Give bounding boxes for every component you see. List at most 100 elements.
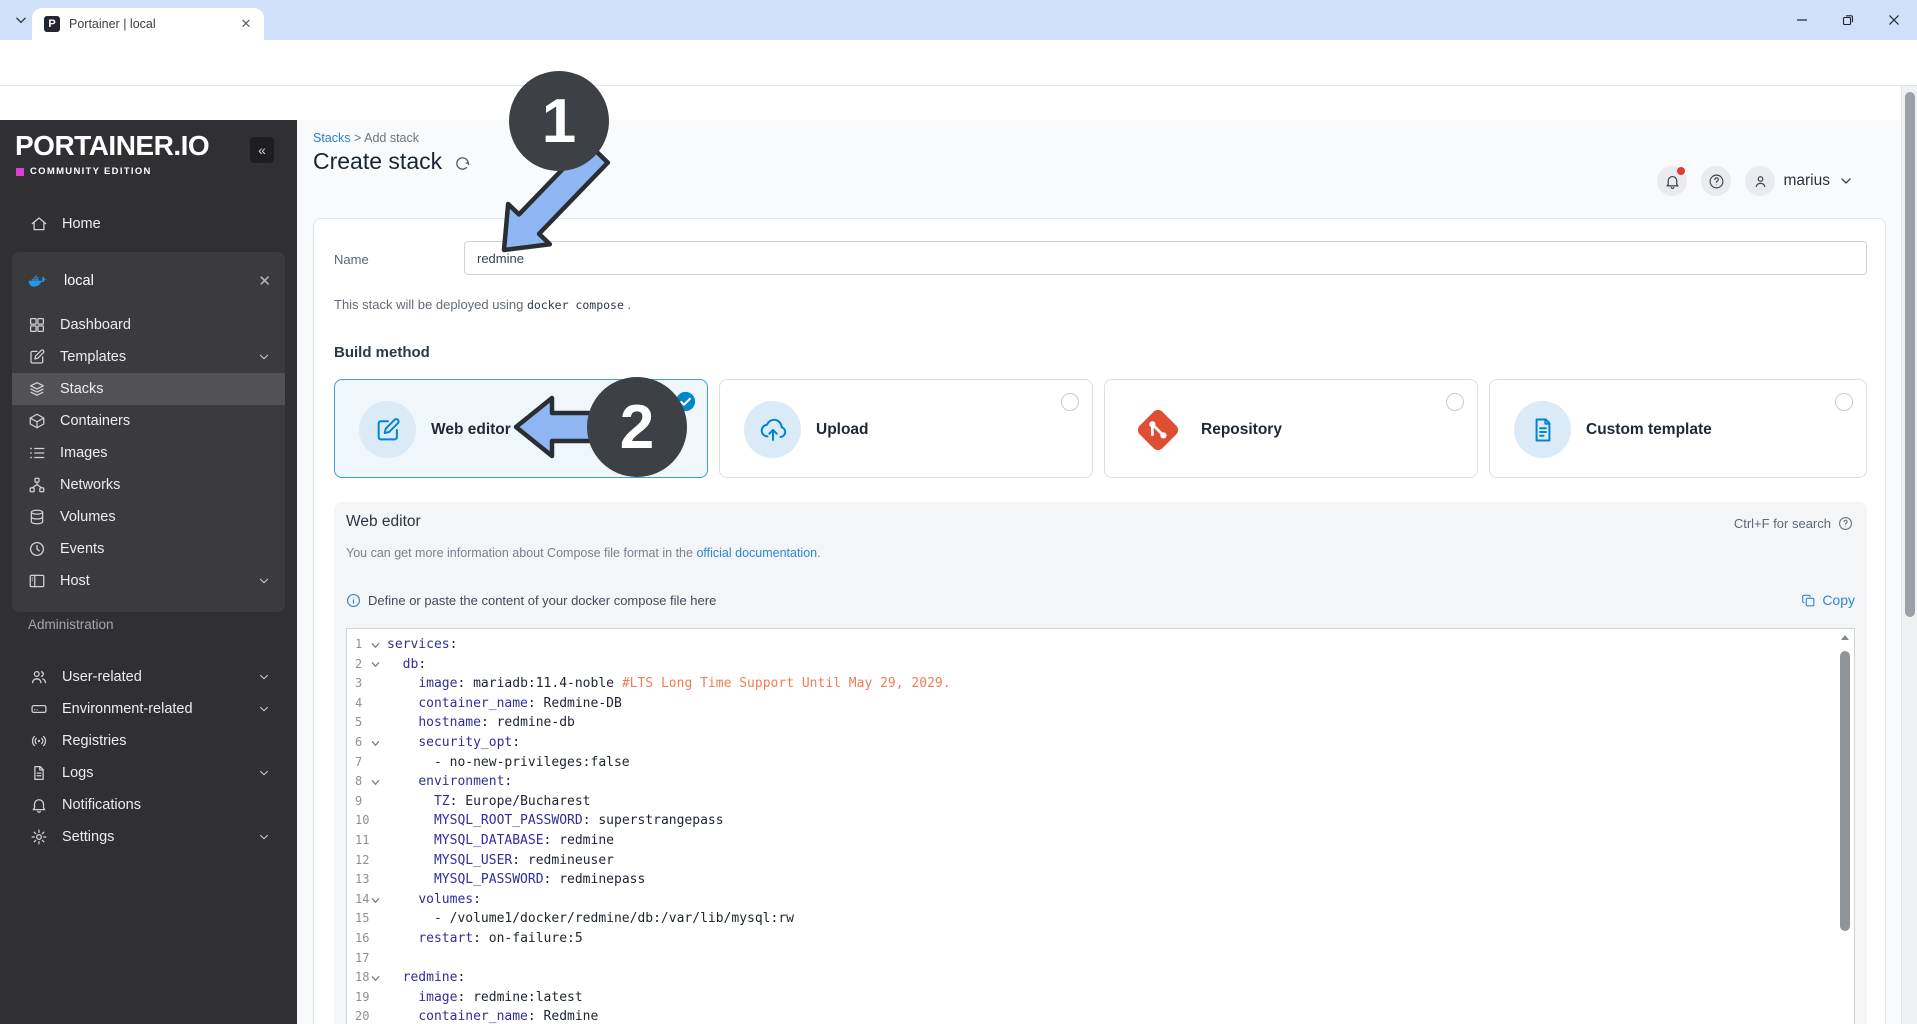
build-method-web-editor[interactable]: Web editor: [334, 379, 708, 478]
notifications-bell-button[interactable]: [1657, 166, 1687, 196]
code-text: MYSQL_ROOT_PASSWORD: superstrangepass: [387, 811, 724, 831]
name-label: Name: [334, 252, 369, 267]
window-restore-button[interactable]: [1825, 0, 1871, 40]
code-text: security_opt:: [387, 733, 520, 753]
environment-close-icon[interactable]: ✕: [258, 272, 271, 290]
user-menu[interactable]: marius: [1745, 166, 1854, 196]
code-text: MYSQL_PASSWORD: redminepass: [387, 870, 645, 890]
line-number: 9: [347, 792, 371, 812]
build-method-row: Web editor Upload Repository Custom templat…: [334, 379, 1867, 478]
editor-scrollbar[interactable]: [1839, 633, 1851, 1024]
sidebar-item-notifications[interactable]: Notifications: [12, 789, 285, 821]
build-method-label: Custom template: [1586, 380, 1712, 479]
build-method-upload[interactable]: Upload: [719, 379, 1093, 478]
build-method-label: Web editor: [431, 380, 511, 479]
sidebar-item-logs[interactable]: Logs: [12, 757, 285, 789]
compose-code-editor[interactable]: 1services:2 db:3 image: mariadb:11.4-nob…: [346, 628, 1855, 1024]
networks-icon: [28, 476, 46, 494]
sidebar-item-label: Notifications: [62, 797, 141, 813]
window-minimize-button[interactable]: [1779, 0, 1825, 40]
browser-tabstrip: P Portainer | local ✕: [0, 0, 1917, 40]
code-line: 19 image: redmine:latest: [347, 988, 1854, 1008]
sidebar-item-user-related[interactable]: User-related: [12, 661, 285, 693]
stacks-icon: [28, 380, 46, 398]
sidebar-item-templates[interactable]: Templates: [12, 341, 285, 373]
fold-chevron-icon[interactable]: [371, 655, 387, 675]
line-number: 14: [347, 890, 371, 910]
logs-icon: [30, 764, 48, 782]
editor-scrollbar-thumb[interactable]: [1840, 651, 1850, 931]
sidebar-item-volumes[interactable]: Volumes: [12, 501, 285, 533]
radio-button[interactable]: [1835, 393, 1853, 411]
sidebar-item-host[interactable]: Host: [12, 565, 285, 597]
editor-hint: Define or paste the content of your dock…: [346, 593, 716, 608]
fold-spacer: [371, 694, 387, 714]
username: marius: [1783, 172, 1830, 190]
sidebar-item-events[interactable]: Events: [12, 533, 285, 565]
environment-header[interactable]: local ✕: [12, 265, 285, 297]
fold-spacer: [371, 674, 387, 694]
custom-template-icon: [1514, 401, 1571, 458]
selected-check-icon: [675, 391, 696, 412]
fold-chevron-icon[interactable]: [371, 733, 387, 753]
code-line: 8 environment:: [347, 772, 1854, 792]
chevron-down-icon: [257, 574, 271, 588]
breadcrumb-stacks-link[interactable]: Stacks: [313, 131, 351, 145]
code-line: 12 MYSQL_USER: redmineuser: [347, 851, 1854, 871]
sidebar-item-label: Environment-related: [62, 701, 193, 717]
code-line: 1services:: [347, 635, 1854, 655]
help-button[interactable]: [1701, 166, 1731, 196]
build-method-label: Repository: [1201, 380, 1282, 479]
official-documentation-link[interactable]: official documentation: [696, 546, 817, 560]
sidebar-item-containers[interactable]: Containers: [12, 405, 285, 437]
sidebar-item-registries[interactable]: Registries: [12, 725, 285, 757]
page-scrollbar[interactable]: [1901, 86, 1917, 1024]
environment-panel: local ✕ DashboardTemplatesStacksContaine…: [12, 252, 285, 612]
sidebar-item-label: Logs: [62, 765, 93, 781]
sidebar-collapse-button[interactable]: «: [250, 137, 274, 163]
window-close-button[interactable]: [1871, 0, 1917, 40]
sidebar-item-environment-related[interactable]: Environment-related: [12, 693, 285, 725]
line-number: 8: [347, 772, 371, 792]
sidebar-item-home[interactable]: Home: [12, 208, 285, 240]
radio-button[interactable]: [1446, 393, 1464, 411]
administration-label: Administration: [28, 617, 114, 632]
fold-chevron-icon[interactable]: [371, 772, 387, 792]
sidebar-item-networks[interactable]: Networks: [12, 469, 285, 501]
tab-close-icon[interactable]: ✕: [238, 16, 254, 32]
browser-tab[interactable]: P Portainer | local ✕: [32, 8, 264, 40]
build-method-custom-template[interactable]: Custom template: [1489, 379, 1867, 478]
code-text: volumes:: [387, 890, 481, 910]
code-line: 16 restart: on-failure:5: [347, 929, 1854, 949]
code-text: TZ: Europe/Bucharest: [387, 792, 591, 812]
code-text: image: redmine:latest: [387, 988, 583, 1008]
line-number: 12: [347, 851, 371, 871]
fold-chevron-icon[interactable]: [371, 968, 387, 988]
line-number: 6: [347, 733, 371, 753]
tab-search-icon[interactable]: [10, 9, 32, 31]
main-content: Stacks > Add stack Create stack: [297, 120, 1901, 1024]
code-line: 7 - no-new-privileges:false: [347, 753, 1854, 773]
edition-label: COMMUNITY EDITION: [16, 166, 152, 177]
chevron-down-icon: [257, 350, 271, 364]
sidebar-item-stacks[interactable]: Stacks: [12, 373, 285, 405]
browser-toolbar: Not secure 192.168.1.18:9000/#!/2/docker…: [0, 40, 1917, 86]
fold-spacer: [371, 792, 387, 812]
refresh-icon[interactable]: [454, 155, 471, 172]
radio-button[interactable]: [1061, 393, 1079, 411]
page-scrollbar-thumb[interactable]: [1905, 92, 1915, 617]
copy-button[interactable]: Copy: [1801, 592, 1855, 608]
line-number: 18: [347, 968, 371, 988]
sidebar-item-settings[interactable]: Settings: [12, 821, 285, 853]
line-number: 19: [347, 988, 371, 1008]
sidebar-item-dashboard[interactable]: Dashboard: [12, 309, 285, 341]
sidebar-item-images[interactable]: Images: [12, 437, 285, 469]
code-text: redmine:: [387, 968, 465, 988]
line-number: 2: [347, 655, 371, 675]
stack-name-input[interactable]: [464, 241, 1867, 275]
fold-chevron-icon[interactable]: [371, 890, 387, 910]
build-method-repository[interactable]: Repository: [1104, 379, 1478, 478]
code-text: image: mariadb:11.4-noble #LTS Long Time…: [387, 674, 951, 694]
chevron-down-icon: [257, 830, 271, 844]
fold-chevron-icon[interactable]: [371, 635, 387, 655]
